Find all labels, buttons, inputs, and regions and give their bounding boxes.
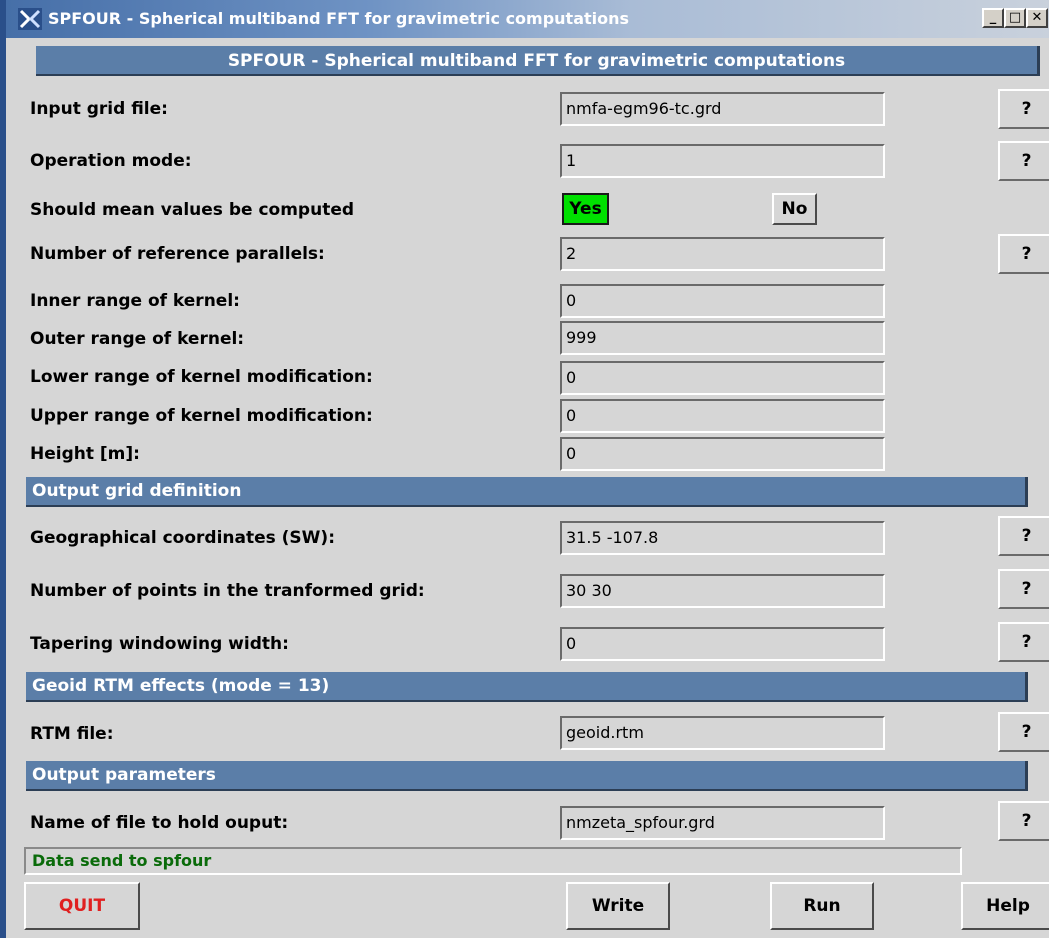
run-button[interactable]: Run xyxy=(770,882,874,930)
minimize-button[interactable]: _ xyxy=(982,8,1004,28)
rtm-file-help-button[interactable]: ? xyxy=(998,712,1049,752)
minimize-icon: _ xyxy=(989,10,997,25)
geo-coords-help-button[interactable]: ? xyxy=(998,516,1049,556)
outer-range-field[interactable]: 999 xyxy=(560,321,885,355)
upper-mod-field[interactable]: 0 xyxy=(560,399,885,433)
status-bar: Data send to spfour xyxy=(24,847,962,875)
close-icon: ✕ xyxy=(1031,10,1043,25)
height-label: Height [m]: xyxy=(30,444,140,464)
num-points-field[interactable]: 30 30 xyxy=(560,574,885,608)
output-file-help-button[interactable]: ? xyxy=(998,801,1049,841)
output-file-label: Name of file to hold ouput: xyxy=(30,813,289,833)
input-grid-label: Input grid file: xyxy=(30,99,168,119)
geo-coords-field[interactable]: 31.5 -107.8 xyxy=(560,521,885,555)
ref-parallels-label: Number of reference parallels: xyxy=(30,244,325,264)
height-field[interactable]: 0 xyxy=(560,437,885,471)
inner-range-field[interactable]: 0 xyxy=(560,284,885,318)
yes-button[interactable]: Yes xyxy=(562,193,609,225)
output-file-field[interactable]: nmzeta_spfour.grd xyxy=(560,806,885,840)
tapering-field[interactable]: 0 xyxy=(560,627,885,661)
app-banner: SPFOUR - Spherical multiband FFT for gra… xyxy=(36,46,1040,76)
help-button[interactable]: Help xyxy=(961,882,1049,930)
lower-mod-field[interactable]: 0 xyxy=(560,361,885,395)
outer-range-label: Outer range of kernel: xyxy=(30,329,245,349)
input-grid-field[interactable]: nmfa-egm96-tc.grd xyxy=(560,92,885,126)
geo-coords-label: Geographical coordinates (SW): xyxy=(30,528,335,548)
spfour-window: SPFOUR - Spherical multiband FFT for gra… xyxy=(0,0,1049,938)
section-output-params: Output parameters xyxy=(26,761,1028,791)
num-points-label: Number of points in the tranformed grid: xyxy=(30,581,425,601)
write-button[interactable]: Write xyxy=(566,882,670,930)
lower-mod-label: Lower range of kernel modification: xyxy=(30,367,373,387)
operation-mode-help-button[interactable]: ? xyxy=(998,141,1049,181)
rtm-file-field[interactable]: geoid.rtm xyxy=(560,716,885,750)
section-geoid-rtm: Geoid RTM effects (mode = 13) xyxy=(26,672,1028,702)
app-icon xyxy=(18,8,42,30)
tapering-help-button[interactable]: ? xyxy=(998,622,1049,662)
quit-button[interactable]: QUIT xyxy=(24,882,140,930)
maximize-button[interactable]: □ xyxy=(1004,8,1026,28)
inner-range-label: Inner range of kernel: xyxy=(30,291,240,311)
num-points-help-button[interactable]: ? xyxy=(998,569,1049,609)
section-output-grid: Output grid definition xyxy=(26,477,1028,507)
close-button[interactable]: ✕ xyxy=(1026,8,1048,28)
title-bar[interactable]: SPFOUR - Spherical multiband FFT for gra… xyxy=(6,0,1049,38)
operation-mode-field[interactable]: 1 xyxy=(560,144,885,178)
ref-parallels-help-button[interactable]: ? xyxy=(998,234,1049,274)
ref-parallels-field[interactable]: 2 xyxy=(560,237,885,271)
maximize-icon: □ xyxy=(1008,10,1022,25)
tapering-label: Tapering windowing width: xyxy=(30,634,289,654)
rtm-file-label: RTM file: xyxy=(30,724,114,744)
operation-mode-label: Operation mode: xyxy=(30,151,192,171)
input-grid-help-button[interactable]: ? xyxy=(998,89,1049,129)
no-button[interactable]: No xyxy=(772,193,817,225)
window-title: SPFOUR - Spherical multiband FFT for gra… xyxy=(48,9,630,28)
upper-mod-label: Upper range of kernel modification: xyxy=(30,406,373,426)
mean-values-label: Should mean values be computed xyxy=(30,200,355,220)
